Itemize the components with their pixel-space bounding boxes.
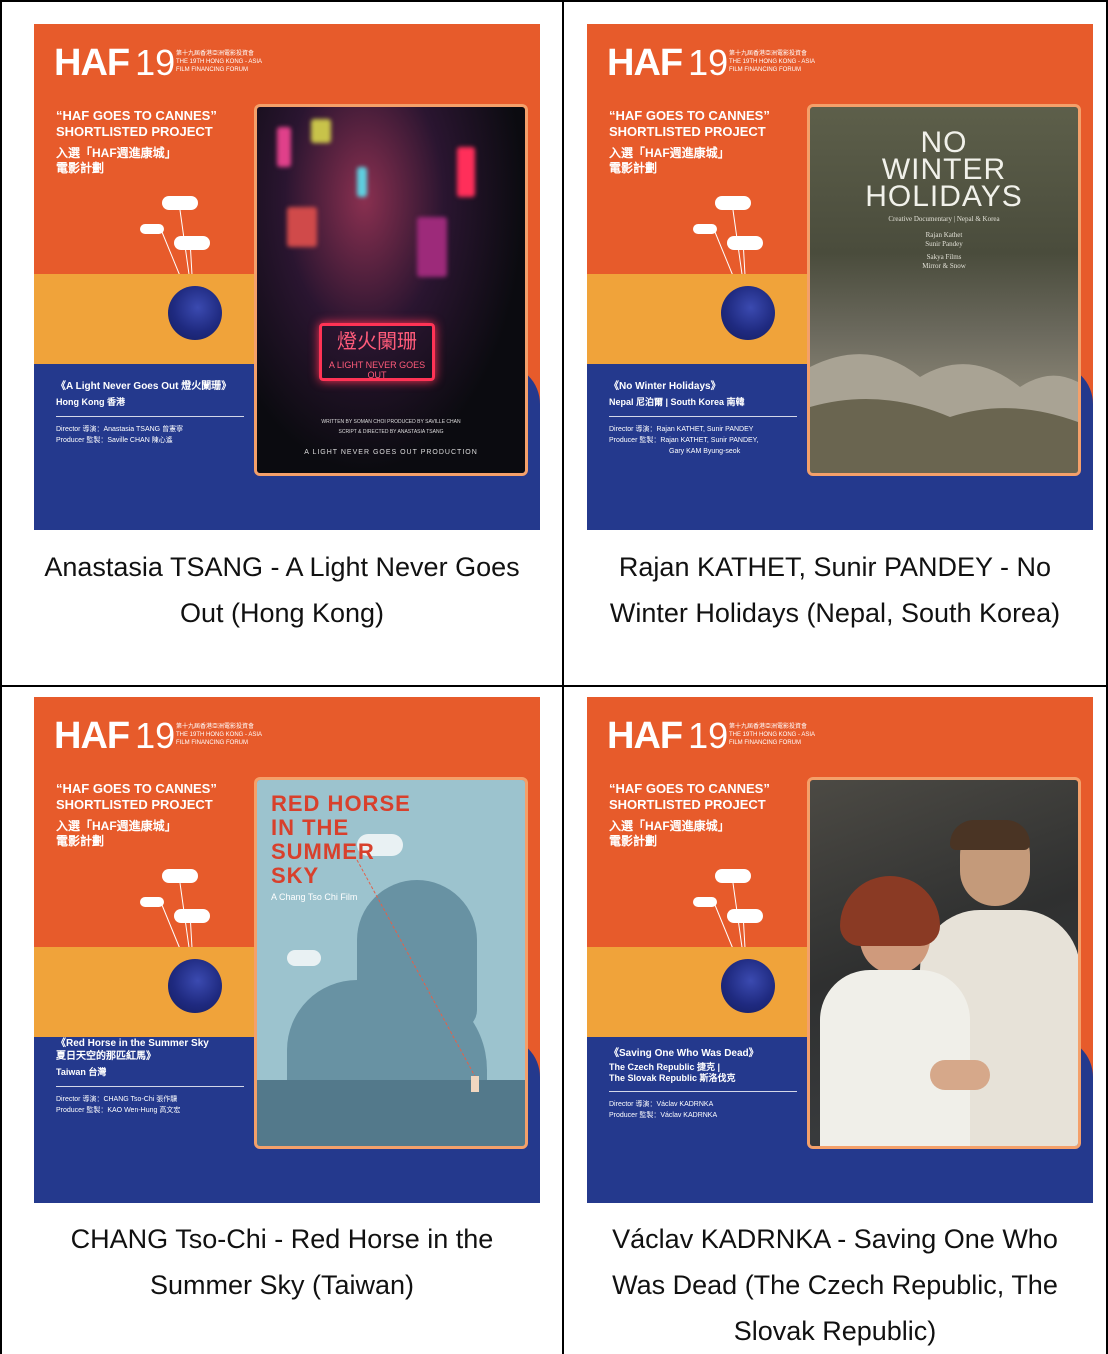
- haf-logo: HAF 19: [54, 715, 176, 757]
- film-info: 《Saving One Who Was Dead》 The Czech Repu…: [609, 1047, 819, 1121]
- shortlist-heading: “HAF GOES TO CANNES” SHORTLISTED PROJECT: [56, 108, 217, 139]
- film-info: 《Red Horse in the Summer Sky 夏日天空的那匹紅馬》 …: [56, 1037, 266, 1116]
- shortlist-heading-zh: 入選「HAF週進康城」 電影計劃: [56, 146, 177, 175]
- film-still-photo: [810, 780, 1078, 1146]
- film-title: 《No Winter Holidays》: [609, 381, 721, 392]
- table-border-left: [0, 0, 2, 1354]
- shortlist-heading-zh: 入選「HAF週進康城」 電影計劃: [609, 819, 730, 848]
- film-poster-art: [807, 777, 1081, 1149]
- table-border-middle: [562, 0, 564, 1354]
- film-country: Taiwan 台灣: [56, 1067, 107, 1077]
- producer-credit: Producer 監製：KAO Wen-Hung 高文宏: [56, 1107, 181, 1114]
- balloon-ball: [721, 959, 775, 1013]
- forum-subtitle: 第十九屆香港亞洲電影投資會 THE 19TH HONG KONG - ASIA FI…: [176, 724, 263, 746]
- director-credit: Director 導演：CHANG Tso-Chi 張作驥: [56, 1096, 178, 1103]
- cloud-icon: [715, 196, 751, 210]
- producer-credit-cont: Gary KAM Byung-seok: [669, 448, 741, 455]
- director-credit: Director 導演：Rajan KATHET, Sunir PANDEY: [609, 426, 754, 433]
- director-credit: Director 導演：Václav KADRNKA: [609, 1101, 714, 1108]
- forum-subtitle: 第十九屆香港亞洲電影投資會 THE 19TH HONG KONG - ASIA FI…: [176, 51, 263, 73]
- sky-silhouette-art: RED HORSE IN THE SUMMER SKY A Chang Tso Chi…: [257, 780, 525, 1146]
- table-border-row-divider: [0, 685, 1108, 687]
- cloud-icon: [162, 869, 198, 883]
- shortlist-heading: “HAF GOES TO CANNES” SHORTLISTED PROJECT: [609, 108, 770, 139]
- poster-image: HAF 19 第十九屆香港亞洲電影投資會 THE 19TH HONG KONG - …: [587, 697, 1093, 1203]
- haf-logo: HAF 19: [607, 715, 729, 757]
- poster-caption: Rajan KATHET, Sunir PANDEY - No Winter Ho…: [609, 552, 1061, 628]
- film-country: Nepal 尼泊爾 | South Korea 南韓: [609, 397, 745, 407]
- film-info: 《A Light Never Goes Out 燈火闌珊》 Hong Kong …: [56, 380, 266, 446]
- poster-image: HAF 19 第十九屆香港亞洲電影投資會 THE 19TH HONG KONG - …: [587, 24, 1093, 530]
- shortlist-heading: “HAF GOES TO CANNES” SHORTLISTED PROJECT: [609, 781, 770, 812]
- poster-caption: CHANG Tso-Chi - Red Horse in the Summer S…: [70, 1224, 494, 1300]
- poster-image: HAF 19 第十九屆香港亞洲電影投資會 THE 19TH HONG KONG - …: [34, 24, 540, 530]
- producer-credit: Producer 監製：Saville CHAN 陳心遙: [56, 437, 173, 444]
- forum-subtitle: 第十九屆香港亞洲電影投資會 THE 19TH HONG KONG - ASIA FI…: [729, 51, 816, 73]
- shortlist-heading: “HAF GOES TO CANNES” SHORTLISTED PROJECT: [56, 781, 217, 812]
- night-street-art: 燈火闌珊 A LIGHT NEVER GOES OUT WRITTEN BY SO…: [257, 107, 525, 473]
- poster-table: HAF 19 第十九屆香港亞洲電影投資會 THE 19TH HONG KONG - …: [0, 0, 1108, 1354]
- film-title: 《Saving One Who Was Dead》: [609, 1048, 759, 1059]
- poster-caption: Václav KADRNKA - Saving One Who Was Dead …: [612, 1224, 1058, 1346]
- balloon-ball: [168, 959, 222, 1013]
- balloon-ball: [721, 286, 775, 340]
- film-country-2: The Slovak Republic 斯洛伐克: [609, 1073, 736, 1083]
- producer-credit: Producer 監製：Rajan KATHET, Sunir PANDEY,: [609, 437, 759, 444]
- haf-logo: HAF 19: [54, 42, 176, 84]
- forum-subtitle: 第十九屆香港亞洲電影投資會 THE 19TH HONG KONG - ASIA FI…: [729, 724, 816, 746]
- film-title: 《Red Horse in the Summer Sky: [56, 1038, 209, 1049]
- film-poster-art: NO WINTER HOLIDAYS Creative Documentary …: [807, 104, 1081, 476]
- neon-sign: 燈火闌珊 A LIGHT NEVER GOES OUT: [319, 323, 435, 381]
- film-info: 《No Winter Holidays》 Nepal 尼泊爾 | South K…: [609, 380, 819, 457]
- film-title: 《A Light Never Goes Out 燈火闌珊》: [56, 381, 232, 392]
- haf-logo: HAF 19: [607, 42, 729, 84]
- table-border-top: [0, 0, 1108, 2]
- poster-caption: Anastasia TSANG - A Light Never Goes Out …: [44, 552, 520, 628]
- shortlist-heading-zh: 入選「HAF週進康城」 電影計劃: [56, 819, 177, 848]
- cloud-icon: [715, 869, 751, 883]
- film-poster-art: RED HORSE IN THE SUMMER SKY A Chang Tso Chi…: [254, 777, 528, 1149]
- cloud-icon: [162, 196, 198, 210]
- film-title-zh: 夏日天空的那匹紅馬》: [56, 1051, 156, 1062]
- shortlist-heading-zh: 入選「HAF週進康城」 電影計劃: [609, 146, 730, 175]
- film-country: The Czech Republic 捷克 |: [609, 1062, 721, 1072]
- director-credit: Director 導演：Anastasia TSANG 曾憲寧: [56, 426, 184, 433]
- poster-image: HAF 19 第十九屆香港亞洲電影投資會 THE 19TH HONG KONG - …: [34, 697, 540, 1203]
- film-poster-art: 燈火闌珊 A LIGHT NEVER GOES OUT WRITTEN BY SO…: [254, 104, 528, 476]
- producer-credit: Producer 監製：Václav KADRNKA: [609, 1112, 718, 1119]
- balloon-ball: [168, 286, 222, 340]
- film-country: Hong Kong 香港: [56, 397, 125, 407]
- snowy-forest-art: NO WINTER HOLIDAYS Creative Documentary …: [810, 107, 1078, 473]
